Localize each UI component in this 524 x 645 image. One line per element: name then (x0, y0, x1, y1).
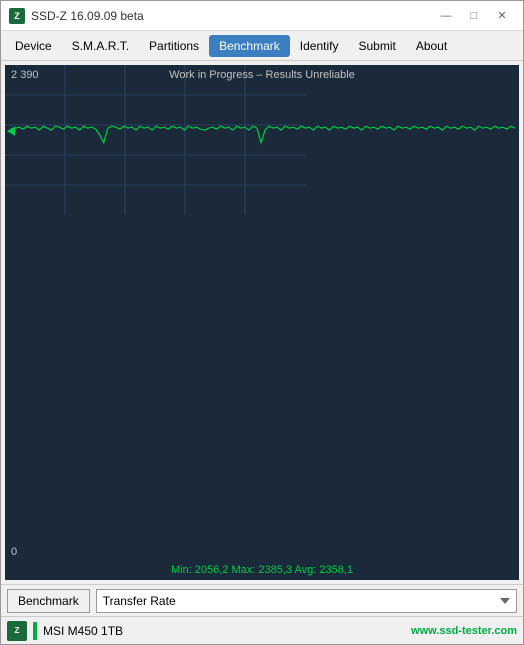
menu-bar: Device S.M.A.R.T. Partitions Benchmark I… (1, 31, 523, 61)
window-title: SSD-Z 16.09.09 beta (31, 9, 144, 23)
chart-y-min-label: 0 (11, 546, 17, 558)
menu-item-identify[interactable]: Identify (290, 35, 349, 57)
controls-bar: Benchmark Transfer Rate Access Time IOPS (1, 584, 523, 616)
status-app-icon: Z (7, 621, 27, 641)
chart-y-max-label: 2 390 (11, 69, 39, 81)
title-bar-left: Z SSD-Z 16.09.09 beta (9, 8, 144, 24)
main-window: Z SSD-Z 16.09.09 beta — □ ✕ Device S.M.A… (0, 0, 524, 645)
menu-item-smart[interactable]: S.M.A.R.T. (62, 35, 139, 57)
maximize-button[interactable]: □ (461, 6, 487, 26)
drive-name: MSI M450 1TB (43, 624, 123, 638)
metric-dropdown[interactable]: Transfer Rate Access Time IOPS (96, 589, 517, 613)
drive-color-bar (33, 622, 37, 640)
minimize-button[interactable]: — (433, 6, 459, 26)
chart-title: Work in Progress – Results Unreliable (5, 69, 519, 81)
menu-item-device[interactable]: Device (5, 35, 62, 57)
title-bar: Z SSD-Z 16.09.09 beta — □ ✕ (1, 1, 523, 31)
close-button[interactable]: ✕ (489, 6, 515, 26)
menu-item-about[interactable]: About (406, 35, 457, 57)
chart-waveform (5, 65, 519, 580)
website-label: www.ssd-tester.com (411, 625, 517, 637)
app-icon: Z (9, 8, 25, 24)
status-bar: Z MSI M450 1TB www.ssd-tester.com (1, 616, 523, 644)
benchmark-button[interactable]: Benchmark (7, 589, 90, 613)
menu-item-benchmark[interactable]: Benchmark (209, 35, 290, 57)
menu-item-submit[interactable]: Submit (348, 35, 405, 57)
window-controls: — □ ✕ (433, 6, 515, 26)
menu-item-partitions[interactable]: Partitions (139, 35, 209, 57)
chart-area: Work in Progress – Results Unreliable 2 … (5, 65, 519, 580)
chart-stats: Min: 2056,2 Max: 2385,3 Avg: 2358,1 (5, 564, 519, 576)
